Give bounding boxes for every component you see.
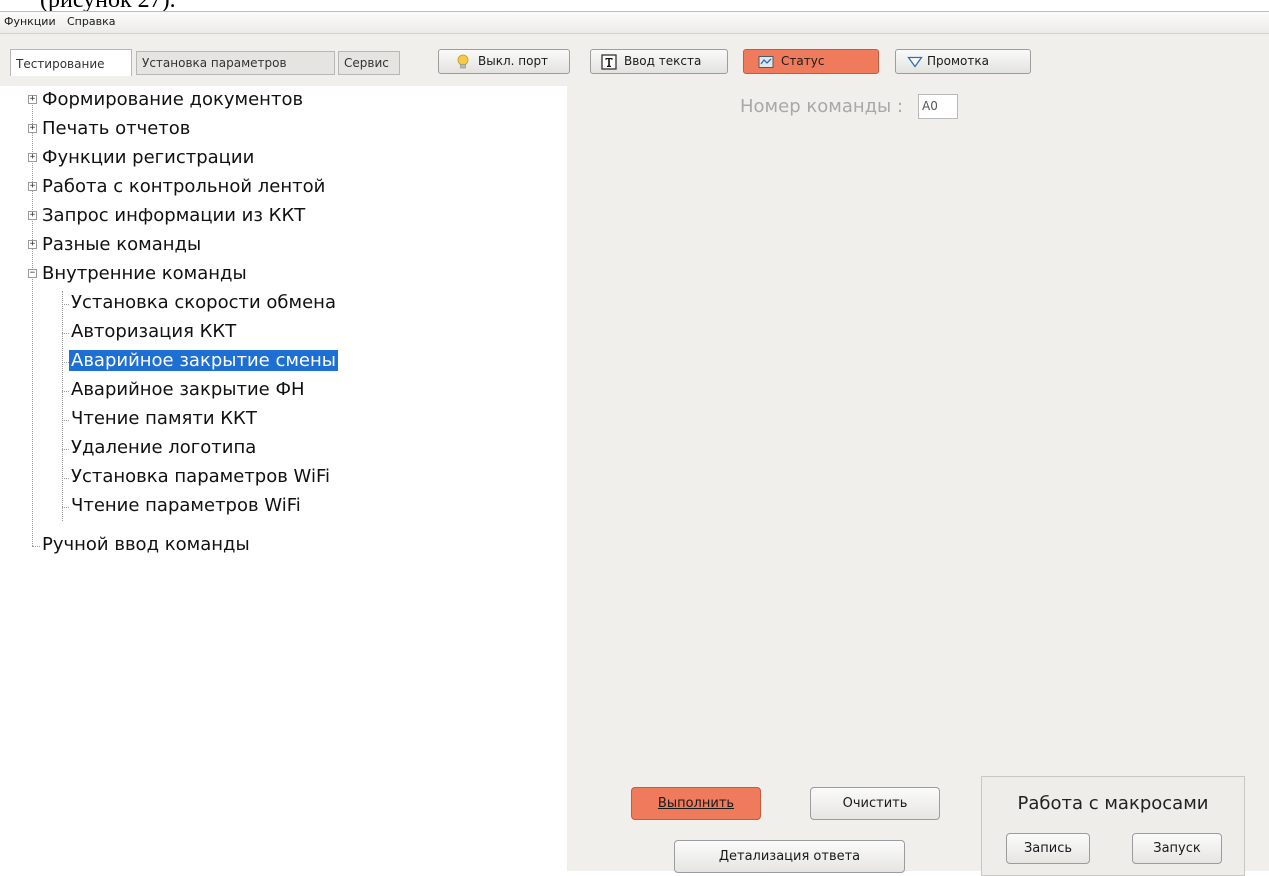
- menu-bar: Функции Справка: [0, 12, 1269, 34]
- menu-help[interactable]: Справка: [67, 15, 115, 28]
- tree-connector: [62, 291, 63, 521]
- tree-connector: [62, 304, 69, 305]
- tree-item-label: Чтение памяти ККТ: [71, 408, 257, 429]
- tree-item-label: Запрос информации из ККТ: [42, 205, 306, 226]
- execute-button[interactable]: Выполнить: [631, 787, 761, 820]
- status-label: Статус: [781, 54, 825, 68]
- response-details-label: Детализация ответа: [718, 849, 861, 864]
- tree-connector: [32, 99, 33, 546]
- port-off-label: Выкл. порт: [478, 54, 549, 68]
- lightbulb-icon: [457, 54, 469, 69]
- tree-item-label: Авторизация ККТ: [71, 321, 237, 342]
- tree-item-label: Печать отчетов: [42, 118, 191, 139]
- command-tree: + + + + + + − Формирование документов Пе…: [0, 86, 567, 871]
- status-button[interactable]: Статус: [743, 49, 879, 74]
- tree-item-label: Формирование документов: [42, 89, 304, 110]
- tree-item-label: Аварийное закрытие ФН: [71, 379, 305, 400]
- tree-connector: [62, 478, 69, 479]
- tree-item-registration[interactable]: Функции регистрации: [42, 145, 254, 171]
- expand-plus-icon[interactable]: +: [28, 182, 37, 191]
- tree-item-label: Удаление логотипа: [71, 437, 257, 458]
- menu-functions[interactable]: Функции: [4, 15, 56, 28]
- macro-record-label: Запись: [1023, 841, 1073, 856]
- expand-plus-icon[interactable]: +: [28, 95, 37, 104]
- tree-item-emergency-fn-close[interactable]: Аварийное закрытие ФН: [71, 377, 304, 403]
- tree-item-baud-rate[interactable]: Установка скорости обмена: [71, 290, 336, 316]
- tree-item-label: Установка скорости обмена: [71, 292, 336, 313]
- tree-item-authorization[interactable]: Авторизация ККТ: [71, 319, 236, 345]
- tab-parameters[interactable]: Установка параметров: [136, 51, 335, 75]
- tree-item-internal-commands[interactable]: Внутренние команды: [42, 261, 247, 287]
- command-panel: Номер команды : A0 Выполнить Очистить Де…: [568, 86, 1269, 876]
- tab-testing[interactable]: Тестирование: [10, 49, 132, 76]
- tree-item-misc-commands[interactable]: Разные команды: [42, 232, 201, 258]
- tree-item-manual-command[interactable]: Ручной ввод команды: [42, 532, 250, 558]
- tree-item-label: Разные команды: [42, 234, 202, 255]
- tree-item-label: Внутренние команды: [42, 263, 247, 284]
- tree-item-documents[interactable]: Формирование документов: [42, 87, 303, 113]
- response-details-button[interactable]: Детализация ответа: [674, 840, 905, 873]
- tree-item-control-tape[interactable]: Работа с контрольной лентой: [42, 174, 325, 200]
- tree-item-wifi-read[interactable]: Чтение параметров WiFi: [71, 493, 301, 519]
- macros-title: Работа с макросами: [1017, 793, 1209, 814]
- expand-plus-icon[interactable]: +: [28, 211, 37, 220]
- status-monitor-icon: [758, 56, 774, 68]
- tree-connector: [62, 333, 69, 334]
- tree-connector: [62, 362, 69, 363]
- macro-record-button[interactable]: Запись: [1006, 833, 1090, 864]
- macro-run-label: Запуск: [1153, 841, 1201, 856]
- collapse-minus-icon[interactable]: −: [28, 269, 37, 278]
- tree-connector: [62, 507, 69, 508]
- tree-item-label: Установка параметров WiFi: [71, 466, 331, 487]
- tree-item-reports[interactable]: Печать отчетов: [42, 116, 190, 142]
- tree-item-label: Ручной ввод команды: [42, 534, 250, 555]
- text-input-label: Ввод текста: [624, 54, 702, 68]
- text-input-button[interactable]: Ввод текста: [590, 49, 728, 74]
- tree-item-label: Работа с контрольной лентой: [42, 176, 326, 197]
- macros-group: Работа с макросами Запись Запуск: [981, 776, 1245, 876]
- command-number-label: Номер команды :: [740, 96, 904, 117]
- tree-item-label: Чтение параметров WiFi: [71, 495, 301, 516]
- tree-item-memory-read[interactable]: Чтение памяти ККТ: [71, 406, 257, 432]
- clear-button[interactable]: Очистить: [810, 787, 940, 820]
- app-window: Функции Справка Тестирование Установка п…: [0, 11, 1269, 876]
- tab-service[interactable]: Сервис: [338, 51, 400, 75]
- clear-label: Очистить: [842, 796, 908, 811]
- feed-button[interactable]: Промотка: [895, 49, 1031, 74]
- tree-connector: [62, 420, 69, 421]
- tree-connector: [62, 449, 69, 450]
- expand-plus-icon[interactable]: +: [28, 153, 37, 162]
- command-number-field[interactable]: A0: [918, 94, 958, 119]
- tree-item-wifi-set[interactable]: Установка параметров WiFi: [71, 464, 330, 490]
- expand-plus-icon[interactable]: +: [28, 124, 37, 133]
- tree-item-info-request[interactable]: Запрос информации из ККТ: [42, 203, 305, 229]
- tree-item-label: Функции регистрации: [42, 147, 255, 168]
- tree-item-label: Аварийное закрытие смены: [69, 350, 338, 371]
- execute-label: Выполнить: [657, 796, 735, 811]
- tree-item-emergency-shift-close[interactable]: Аварийное закрытие смены: [69, 348, 338, 374]
- port-off-button[interactable]: Выкл. порт: [438, 49, 570, 74]
- expand-plus-icon[interactable]: +: [28, 240, 37, 249]
- text-t-icon: [601, 54, 617, 70]
- macro-run-button[interactable]: Запуск: [1132, 833, 1222, 864]
- tree-item-logo-delete[interactable]: Удаление логотипа: [71, 435, 256, 461]
- tree-connector: [32, 546, 40, 547]
- tree-connector: [62, 391, 69, 392]
- triangle-down-icon: [907, 56, 923, 68]
- feed-label: Промотка: [927, 54, 989, 68]
